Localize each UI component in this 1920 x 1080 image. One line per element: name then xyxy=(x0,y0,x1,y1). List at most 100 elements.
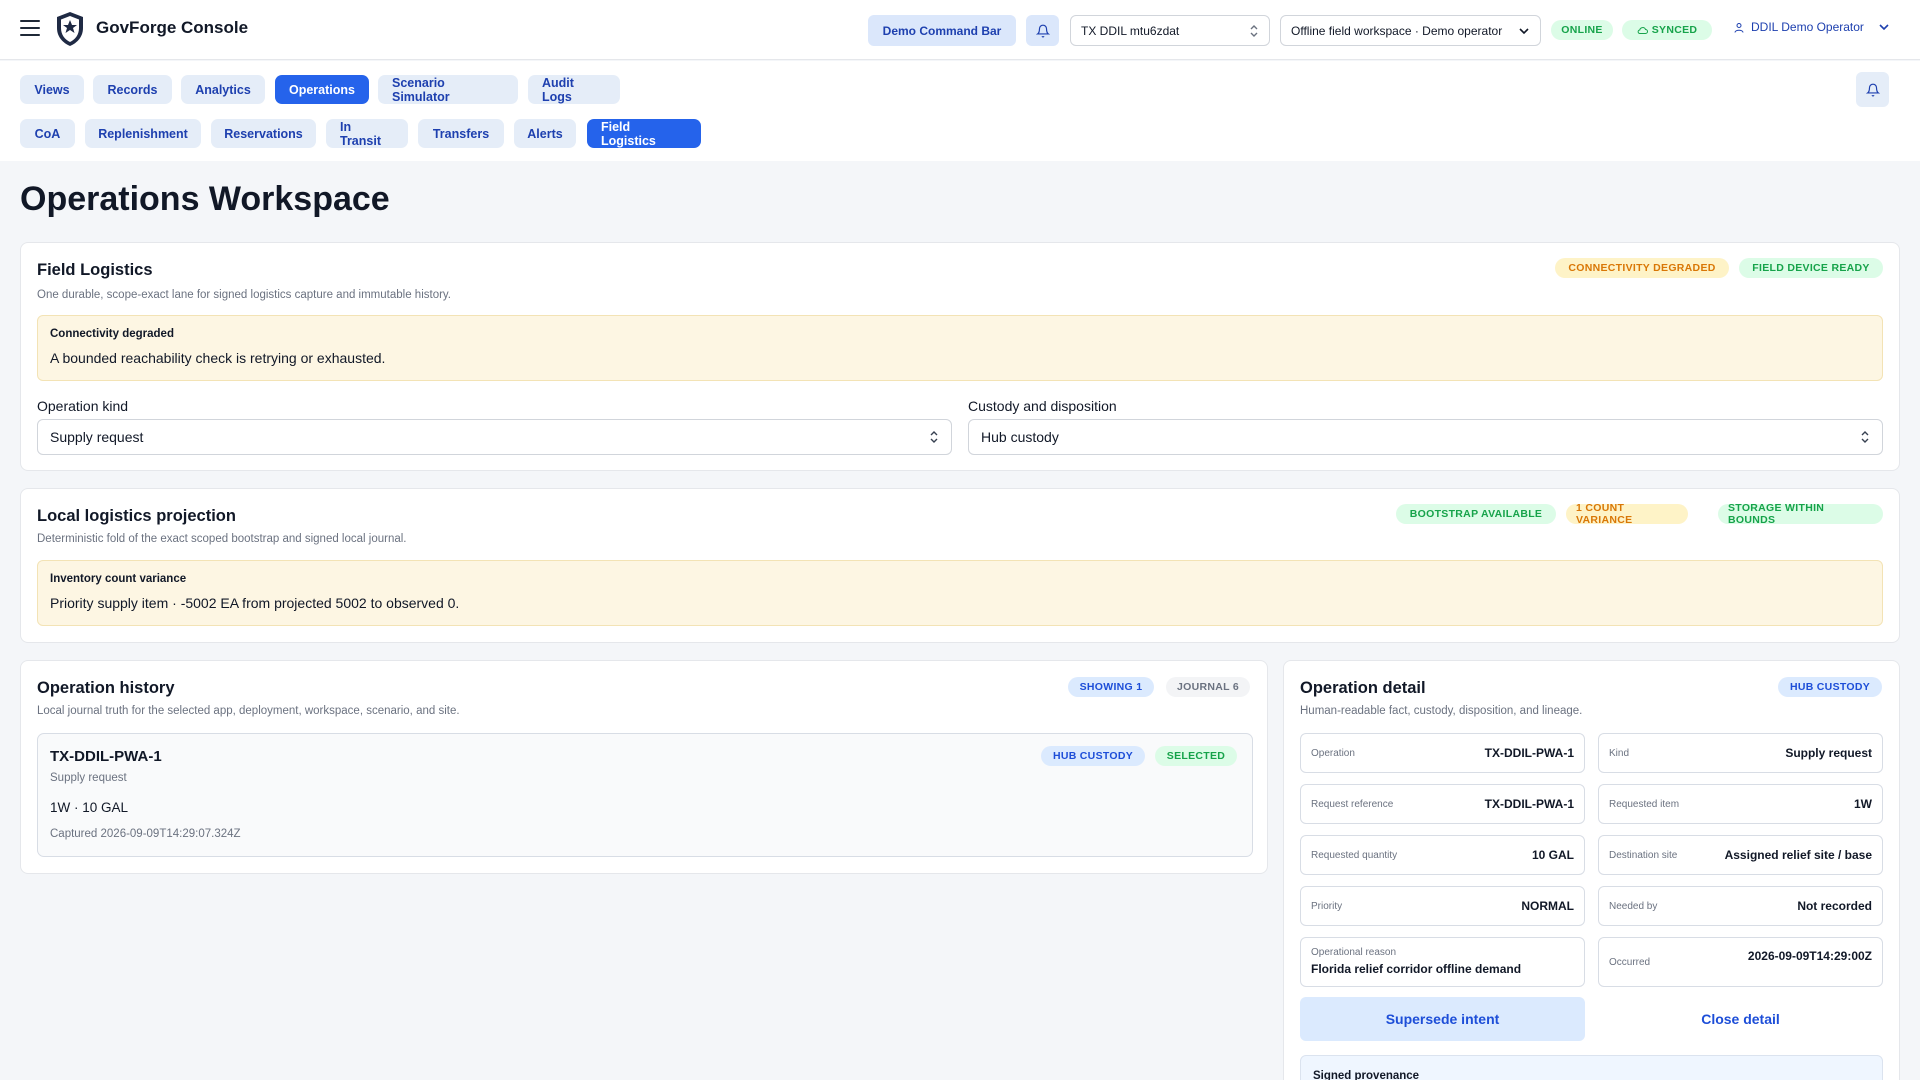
field-value: Not recorded xyxy=(1797,899,1872,913)
field-key: Occurred xyxy=(1609,957,1651,968)
field-value: 1W xyxy=(1854,797,1872,811)
notice-title: Inventory count variance xyxy=(50,573,187,585)
shield-logo-icon xyxy=(57,12,83,46)
count-variance-badge: 1 COUNT VARIANCE xyxy=(1566,502,1688,526)
field-value: 10 GAL xyxy=(1531,848,1574,862)
status-online-badge: ONLINE xyxy=(1551,20,1613,40)
detail-field-occurred: Occurred 2026-09-09T14:29:00Z xyxy=(1598,937,1883,987)
supersede-intent-button[interactable]: Supersede intent xyxy=(1300,997,1585,1041)
tab-records[interactable]: Records xyxy=(93,75,172,104)
connectivity-degraded-badge: CONNECTIVITY DEGRADED xyxy=(1555,258,1729,278)
tab-analytics[interactable]: Analytics xyxy=(181,75,265,104)
custody-value: Hub custody xyxy=(981,429,1059,445)
chevron-down-icon xyxy=(1879,24,1889,31)
tab-views[interactable]: Views xyxy=(20,75,84,104)
field-device-ready-badge: FIELD DEVICE READY xyxy=(1739,258,1883,278)
tab-audit-logs[interactable]: Audit Logs xyxy=(528,75,620,104)
operation-kind-value: Supply request xyxy=(50,429,144,445)
field-key: Operational reason xyxy=(1311,947,1397,958)
tab-scenario-simulator[interactable]: Scenario Simulator xyxy=(378,75,518,104)
command-bar-button[interactable]: Demo Command Bar xyxy=(868,15,1016,46)
local-projection-card: Local logistics projection Deterministic… xyxy=(20,488,1900,643)
tenant-select[interactable]: TX DDIL mtu6zdat xyxy=(1070,15,1270,46)
operation-history-card: Operation history Local journal truth fo… xyxy=(20,660,1268,874)
tab-field-logistics[interactable]: Field Logistics xyxy=(587,119,701,148)
detail-field-needed-by: Needed by Not recorded xyxy=(1598,886,1883,926)
tab-reservations[interactable]: Reservations xyxy=(211,119,316,148)
operation-id: TX-DDIL-PWA-1 xyxy=(50,748,162,765)
operation-captured: Captured 2026-09-09T14:29:07.324Z xyxy=(50,828,241,840)
tenant-select-value: TX DDIL mtu6zdat xyxy=(1081,23,1180,38)
tab-transfers[interactable]: Transfers xyxy=(418,119,504,148)
detail-field-request-reference: Request reference TX-DDIL-PWA-1 xyxy=(1300,784,1585,824)
detail-field-destination-site: Destination site Assigned relief site / … xyxy=(1598,835,1883,875)
operation-detail-card: Operation detail Human-readable fact, cu… xyxy=(1283,660,1900,1080)
detail-custody-badge: HUB CUSTODY xyxy=(1778,677,1882,697)
projection-title: Local logistics projection xyxy=(37,507,236,525)
detail-title: Operation detail xyxy=(1300,679,1426,697)
tab-operations[interactable]: Operations xyxy=(275,75,369,104)
notice-body: Priority supply item · -5002 EA from pro… xyxy=(50,595,460,611)
selected-badge: SELECTED xyxy=(1155,746,1237,766)
bootstrap-available-badge: BOOTSTRAP AVAILABLE xyxy=(1396,504,1556,524)
field-key: Request reference xyxy=(1311,799,1394,810)
app-title: GovForge Console xyxy=(96,18,249,37)
bell-icon xyxy=(1865,83,1880,96)
variance-notice: Inventory count variance Priority supply… xyxy=(37,560,1883,626)
field-key: Operation xyxy=(1311,748,1355,759)
alerts-bell-button[interactable] xyxy=(1856,72,1889,107)
field-key: Requested quantity xyxy=(1311,850,1398,861)
hub-custody-badge: HUB CUSTODY xyxy=(1041,746,1145,766)
field-key: Needed by xyxy=(1609,901,1658,912)
field-value: TX-DDIL-PWA-1 xyxy=(1484,746,1574,760)
list-item[interactable]: TX-DDIL-PWA-1 Supply request 1W · 10 GAL… xyxy=(37,733,1253,857)
field-value: 2026-09-09T14:29:00Z xyxy=(1747,949,1872,963)
field-logistics-title: Field Logistics xyxy=(37,261,153,279)
status-synced-label: SYNCED xyxy=(1651,24,1698,36)
detail-field-operation: Operation TX-DDIL-PWA-1 xyxy=(1300,733,1585,773)
field-key: Destination site xyxy=(1609,850,1678,861)
detail-field-requested-quantity: Requested quantity 10 GAL xyxy=(1300,835,1585,875)
notice-title: Connectivity degraded xyxy=(50,328,174,340)
field-key: Kind xyxy=(1609,748,1630,759)
custody-label: Custody and disposition xyxy=(968,398,1117,414)
detail-subtitle: Human-readable fact, custody, dispositio… xyxy=(1300,705,1583,717)
detail-field-requested-item: Requested item 1W xyxy=(1598,784,1883,824)
navigation-panel: Views Records Analytics Operations Scena… xyxy=(0,61,1920,161)
detail-field-priority: Priority NORMAL xyxy=(1300,886,1585,926)
status-synced-badge: SYNCED xyxy=(1622,20,1712,40)
top-bar: GovForge Console Demo Command Bar TX DDI… xyxy=(0,0,1920,60)
close-detail-button[interactable]: Close detail xyxy=(1598,997,1883,1041)
projection-subtitle: Deterministic fold of the exact scoped b… xyxy=(37,533,407,545)
menu-icon[interactable] xyxy=(20,20,40,36)
bell-icon xyxy=(1035,24,1050,37)
field-logistics-subtitle: One durable, scope-exact lane for signed… xyxy=(37,289,452,301)
tab-in-transit[interactable]: In Transit xyxy=(326,119,408,148)
tab-coa[interactable]: CoA xyxy=(20,119,75,148)
detail-field-operational-reason: Operational reason Florida relief corrid… xyxy=(1300,937,1585,987)
notice-body: A bounded reachability check is retrying… xyxy=(50,350,386,366)
operation-kind: Supply request xyxy=(50,772,127,784)
history-title: Operation history xyxy=(37,679,175,697)
user-name: DDIL Demo Operator xyxy=(1751,20,1864,34)
field-key: Requested item xyxy=(1609,799,1680,810)
workspace-select-value: Offline field workspace · Demo operator xyxy=(1291,23,1503,38)
user-menu[interactable]: DDIL Demo Operator xyxy=(1733,20,1890,34)
field-key: Priority xyxy=(1311,901,1343,912)
signed-provenance-section: Signed provenance xyxy=(1300,1055,1883,1080)
storage-bounds-badge: STORAGE WITHIN BOUNDS xyxy=(1718,502,1883,526)
history-subtitle: Local journal truth for the selected app… xyxy=(37,705,460,717)
detail-field-kind: Kind Supply request xyxy=(1598,733,1883,773)
field-value: NORMAL xyxy=(1521,899,1574,913)
user-icon xyxy=(1734,22,1744,33)
page-title: Operations Workspace xyxy=(20,180,390,218)
field-value: Florida relief corridor offline demand xyxy=(1311,962,1522,976)
custody-select[interactable]: Hub custody xyxy=(968,419,1883,455)
tab-replenishment[interactable]: Replenishment xyxy=(85,119,201,148)
workspace-select[interactable]: Offline field workspace · Demo operator xyxy=(1280,15,1541,46)
field-logistics-card: Field Logistics One durable, scope-exact… xyxy=(20,242,1900,471)
tab-alerts[interactable]: Alerts xyxy=(514,119,576,148)
chevron-updown-icon xyxy=(1250,25,1258,37)
notifications-button[interactable] xyxy=(1026,15,1059,46)
operation-kind-select[interactable]: Supply request xyxy=(37,419,952,455)
